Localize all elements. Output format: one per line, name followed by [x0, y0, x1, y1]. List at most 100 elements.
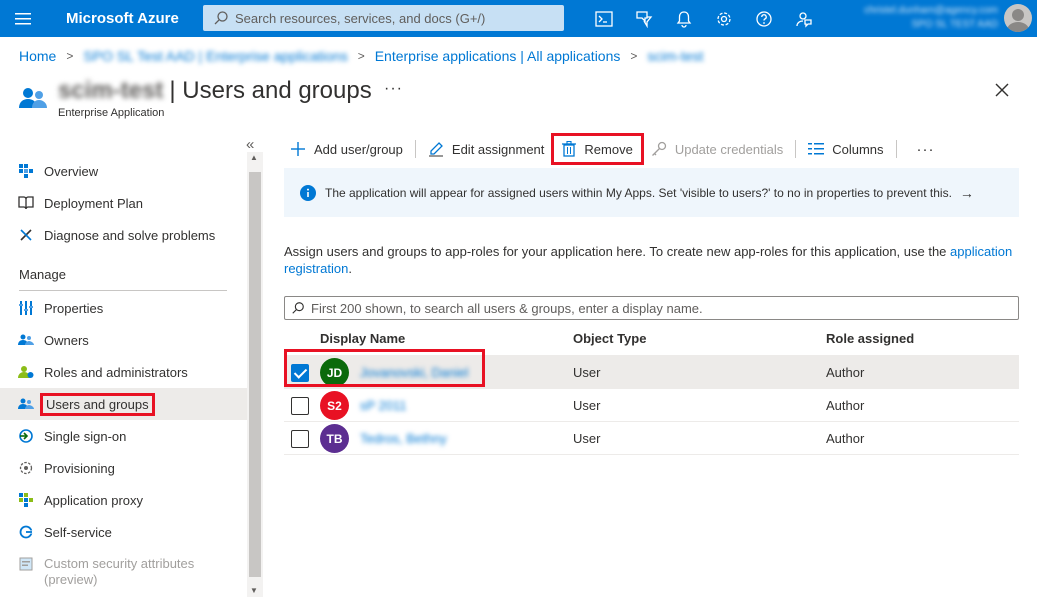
- search-input[interactable]: Search resources, services, and docs (G+…: [203, 5, 564, 31]
- add-user-group-button[interactable]: Add user/group: [284, 137, 411, 161]
- sidebar-item-label: Self-service: [44, 524, 112, 540]
- add-user-group-label: Add user/group: [314, 141, 403, 157]
- columns-button[interactable]: Columns: [800, 137, 891, 161]
- command-bar: Add user/group Edit assignment Remove Up…: [284, 133, 943, 165]
- sidebar-item-application-proxy[interactable]: Application proxy: [0, 484, 247, 516]
- sidebar-item-users-and-groups[interactable]: Users and groups: [0, 388, 247, 420]
- sidebar-item-label: Owners: [44, 332, 89, 348]
- arrow-right-icon[interactable]: →: [960, 185, 974, 201]
- breadcrumb-all-apps[interactable]: Enterprise applications | All applicatio…: [375, 48, 621, 64]
- row-checkbox[interactable]: [291, 397, 309, 415]
- user-display-name[interactable]: sP 2011: [360, 398, 407, 413]
- notifications-icon[interactable]: [664, 0, 704, 37]
- row-checkbox[interactable]: [291, 364, 309, 382]
- edit-assignment-button[interactable]: Edit assignment: [420, 137, 553, 161]
- role-cell: Author: [826, 431, 865, 446]
- table-row[interactable]: JD Jovanovski, Daniel User Author: [284, 356, 1019, 389]
- search-users-input[interactable]: First 200 shown, to search all users & g…: [284, 296, 1019, 320]
- cloud-shell-icon[interactable]: [584, 0, 624, 37]
- sidebar-item-single-sign-on[interactable]: Single sign-on: [0, 420, 247, 452]
- resource-name: scim-test: [58, 77, 164, 104]
- scroll-thumb[interactable]: [249, 172, 261, 577]
- info-banner: The application will appear for assigned…: [284, 168, 1019, 217]
- account-info[interactable]: christel.dunham@agency.com SPO SL TEST A…: [838, 4, 998, 34]
- users-and-groups-icon: [18, 396, 34, 412]
- columns-label: Columns: [832, 141, 884, 157]
- toolbar-divider: [795, 140, 797, 158]
- object-type-cell: User: [573, 365, 601, 380]
- sidebar-item-deployment-plan[interactable]: Deployment Plan: [0, 187, 247, 219]
- remove-button[interactable]: Remove: [551, 133, 644, 165]
- top-bar: Microsoft Azure Search resources, servic…: [0, 0, 1037, 37]
- breadcrumb-app[interactable]: scim-test: [647, 48, 703, 64]
- sidebar-item-diagnose[interactable]: Diagnose and solve problems: [0, 219, 247, 251]
- menu-icon[interactable]: [0, 0, 46, 37]
- breadcrumb-tenant[interactable]: SPO SL Test AAD | Enterprise application…: [83, 48, 347, 64]
- scroll-down-icon[interactable]: ▼: [250, 586, 258, 595]
- edit-assignment-label: Edit assignment: [451, 141, 545, 157]
- table-row[interactable]: TB Tedros, Bethny User Author: [284, 422, 1019, 455]
- sidebar-scrollbar[interactable]: ▲ ▼: [247, 152, 263, 597]
- sidebar-item-custom-security-attributes[interactable]: Custom security attributes (preview): [0, 556, 247, 592]
- sidebar-item-label: Deployment Plan: [44, 195, 143, 211]
- top-icons: [584, 0, 824, 37]
- sidebar-item-label: Single sign-on: [44, 428, 127, 444]
- breadcrumb-home[interactable]: Home: [19, 48, 56, 64]
- brand-title[interactable]: Microsoft Azure: [46, 10, 202, 27]
- description: Assign users and groups to app-roles for…: [284, 243, 1019, 277]
- collapse-sidebar-icon[interactable]: «: [246, 136, 254, 153]
- avatar-initials: S2: [327, 398, 342, 413]
- sidebar-item-self-service[interactable]: Self-service: [0, 516, 247, 548]
- close-icon[interactable]: [993, 81, 1011, 99]
- chevron-right-icon: >: [630, 49, 638, 63]
- object-type-cell: User: [573, 398, 601, 413]
- sidebar-item-roles[interactable]: Roles and administrators: [0, 356, 247, 388]
- table-row[interactable]: S2 sP 2011 User Author: [284, 389, 1019, 422]
- column-header-object-type[interactable]: Object Type: [573, 331, 646, 346]
- user-display-name[interactable]: Tedros, Bethny: [360, 431, 447, 446]
- info-text: The application will appear for assigned…: [325, 185, 952, 200]
- plus-icon: [291, 142, 305, 156]
- column-header-display-name[interactable]: Display Name: [320, 331, 405, 346]
- sidebar-item-overview[interactable]: Overview: [0, 155, 247, 187]
- settings-icon[interactable]: [704, 0, 744, 37]
- sidebar-item-label: Overview: [44, 163, 99, 179]
- toolbar-divider: [895, 140, 897, 158]
- user-display-name[interactable]: Jovanovski, Daniel: [360, 365, 468, 380]
- feedback-icon[interactable]: [784, 0, 824, 37]
- scroll-up-icon[interactable]: ▲: [250, 153, 258, 162]
- page-subtitle: Enterprise Application: [58, 107, 165, 119]
- self-service-icon: [18, 524, 34, 540]
- account-email: christel.dunham@agency.com: [864, 5, 998, 16]
- user-avatar: JD: [320, 358, 349, 387]
- sidebar-item-label: Custom security attributes (preview): [44, 556, 195, 587]
- sidebar-item-provisioning[interactable]: Provisioning: [0, 452, 247, 484]
- more-commands-icon[interactable]: ···: [901, 137, 943, 161]
- sidebar-section-manage: Manage: [19, 267, 66, 282]
- row-checkbox[interactable]: [291, 430, 309, 448]
- chevron-right-icon: >: [66, 49, 74, 63]
- description-end: .: [348, 261, 352, 276]
- column-header-role-assigned[interactable]: Role assigned: [826, 331, 914, 346]
- user-avatar-icon[interactable]: [1004, 4, 1032, 32]
- search-users-placeholder: First 200 shown, to search all users & g…: [311, 300, 703, 316]
- update-credentials-button[interactable]: Update credentials: [643, 137, 791, 161]
- sidebar-item-properties[interactable]: Properties: [0, 292, 247, 324]
- book-icon: [18, 195, 34, 211]
- custom-attributes-icon: [18, 556, 34, 572]
- users-icon: [19, 88, 47, 108]
- more-actions-icon[interactable]: ···: [384, 80, 403, 98]
- sidebar-item-label: Roles and administrators: [44, 364, 188, 380]
- directory-filter-icon[interactable]: [624, 0, 664, 37]
- avatar-initials: TB: [326, 431, 343, 446]
- columns-icon: [808, 143, 825, 155]
- sidebar-item-owners[interactable]: Owners: [0, 324, 247, 356]
- key-icon: [651, 141, 666, 156]
- edit-icon: [428, 142, 443, 157]
- help-icon[interactable]: [744, 0, 784, 37]
- avatar-initials: JD: [326, 365, 343, 380]
- sidebar-item-label: Provisioning: [44, 460, 115, 476]
- owners-icon: [18, 332, 34, 348]
- role-cell: Author: [826, 398, 865, 413]
- sidebar-item-label: Properties: [44, 300, 104, 316]
